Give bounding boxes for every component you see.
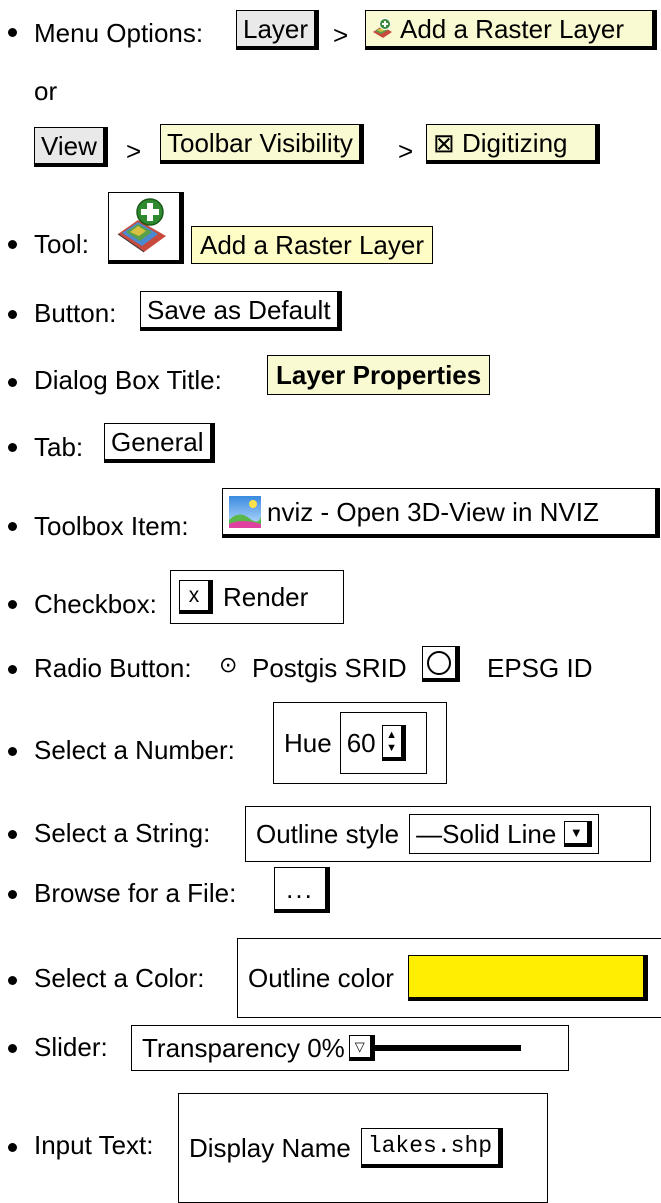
slider-widget: Transparency 0% ▽ [131, 1025, 569, 1071]
slider-label: Slider: [34, 1032, 108, 1062]
toolbox-item-nviz[interactable]: nviz - Open 3D-View in NVIZ [222, 488, 660, 538]
nviz-icon [229, 495, 261, 528]
hue-label: Hue [284, 728, 332, 758]
checkbox-label: Checkbox: [34, 589, 157, 619]
select-number-label: Select a Number: [34, 735, 235, 765]
add-raster-layer-menu-item[interactable]: Add a Raster Layer [365, 10, 657, 50]
transparency-label: Transparency 0% [142, 1033, 345, 1063]
display-name-label: Display Name [189, 1133, 351, 1163]
slider-track[interactable] [374, 1045, 521, 1051]
radio-option-postgis: Postgis SRID [252, 653, 407, 683]
outline-style-value: —Solid Line [416, 819, 557, 849]
toolbox-label: Toolbox Item: [34, 511, 189, 541]
menu-separator: > [126, 136, 142, 166]
color-swatch-button[interactable] [407, 955, 648, 1001]
slider-handle[interactable]: ▽ [348, 1035, 375, 1061]
add-raster-layer-icon [372, 17, 394, 40]
outline-color-label: Outline color [248, 963, 394, 993]
menu-separator: > [333, 20, 349, 50]
display-name-input[interactable]: lakes.shp [360, 1128, 504, 1168]
hue-value: 60 [346, 728, 376, 758]
list-bullet [8, 522, 17, 531]
list-bullet [8, 976, 17, 985]
outline-style-dropdown[interactable]: —Solid Line ▼ [409, 814, 600, 854]
list-bullet [8, 600, 17, 609]
add-raster-layer-tool-button[interactable] [108, 192, 184, 264]
list-bullet [8, 310, 17, 319]
layer-menu[interactable]: Layer [236, 10, 320, 50]
chevron-down-icon[interactable]: ▼ [564, 821, 593, 847]
input-widget: Display Name lakes.shp [178, 1093, 548, 1203]
color-widget: Outline color [237, 938, 661, 1018]
browse-button[interactable]: ... [274, 867, 330, 913]
tab-general[interactable]: General [104, 423, 215, 463]
input-text-label: Input Text: [34, 1130, 154, 1160]
list-bullet [8, 443, 17, 452]
button-label: Button: [34, 298, 117, 328]
menu-separator: > [398, 136, 414, 166]
list-bullet [8, 665, 17, 674]
list-bullet [8, 1044, 17, 1053]
tab-label: Tab: [34, 432, 84, 462]
add-raster-layer-icon [116, 196, 172, 258]
radio-label: Radio Button: [34, 653, 192, 683]
string-widget: Outline style —Solid Line ▼ [245, 806, 651, 862]
dialog-title: Layer Properties [267, 355, 491, 395]
list-bullet [8, 1143, 17, 1152]
list-bullet [8, 830, 17, 839]
render-checkbox-label: Render [223, 582, 309, 612]
radio-selected-icon[interactable]: ⊙ [219, 655, 237, 677]
toolbar-visibility-menu-item[interactable]: Toolbar Visibility [160, 124, 364, 164]
menu-options-label: Menu Options: [34, 18, 204, 48]
list-bullet [8, 747, 17, 756]
select-string-label: Select a String: [34, 818, 211, 848]
list-bullet [8, 890, 17, 899]
view-menu[interactable]: View [34, 127, 108, 167]
number-widget: Hue 60 ▲ ▼ [273, 702, 447, 784]
hue-spinbox[interactable]: 60 ▲ ▼ [339, 712, 427, 774]
tool-label: Tool: [34, 229, 89, 259]
radio-unselected-icon[interactable] [422, 646, 460, 682]
list-bullet [8, 378, 17, 387]
render-checkbox[interactable]: x [179, 580, 213, 614]
browse-file-label: Browse for a File: [34, 878, 237, 908]
tooltip: Add a Raster Layer [191, 226, 434, 264]
save-as-default-button[interactable]: Save as Default [140, 291, 342, 331]
radio-option-epsg: EPSG ID [487, 653, 593, 683]
dialog-label: Dialog Box Title: [34, 365, 222, 395]
spin-arrows-icon[interactable]: ▲ ▼ [381, 725, 406, 761]
digitizing-menu-item[interactable]: ⊠ Digitizing [426, 124, 600, 164]
select-color-label: Select a Color: [34, 963, 205, 993]
radio-circle-icon [427, 650, 451, 675]
or-text: or [34, 76, 58, 106]
list-bullet [8, 240, 17, 249]
list-bullet [8, 28, 17, 37]
outline-style-label: Outline style [256, 819, 400, 849]
checkbox-widget: x Render [170, 570, 344, 624]
